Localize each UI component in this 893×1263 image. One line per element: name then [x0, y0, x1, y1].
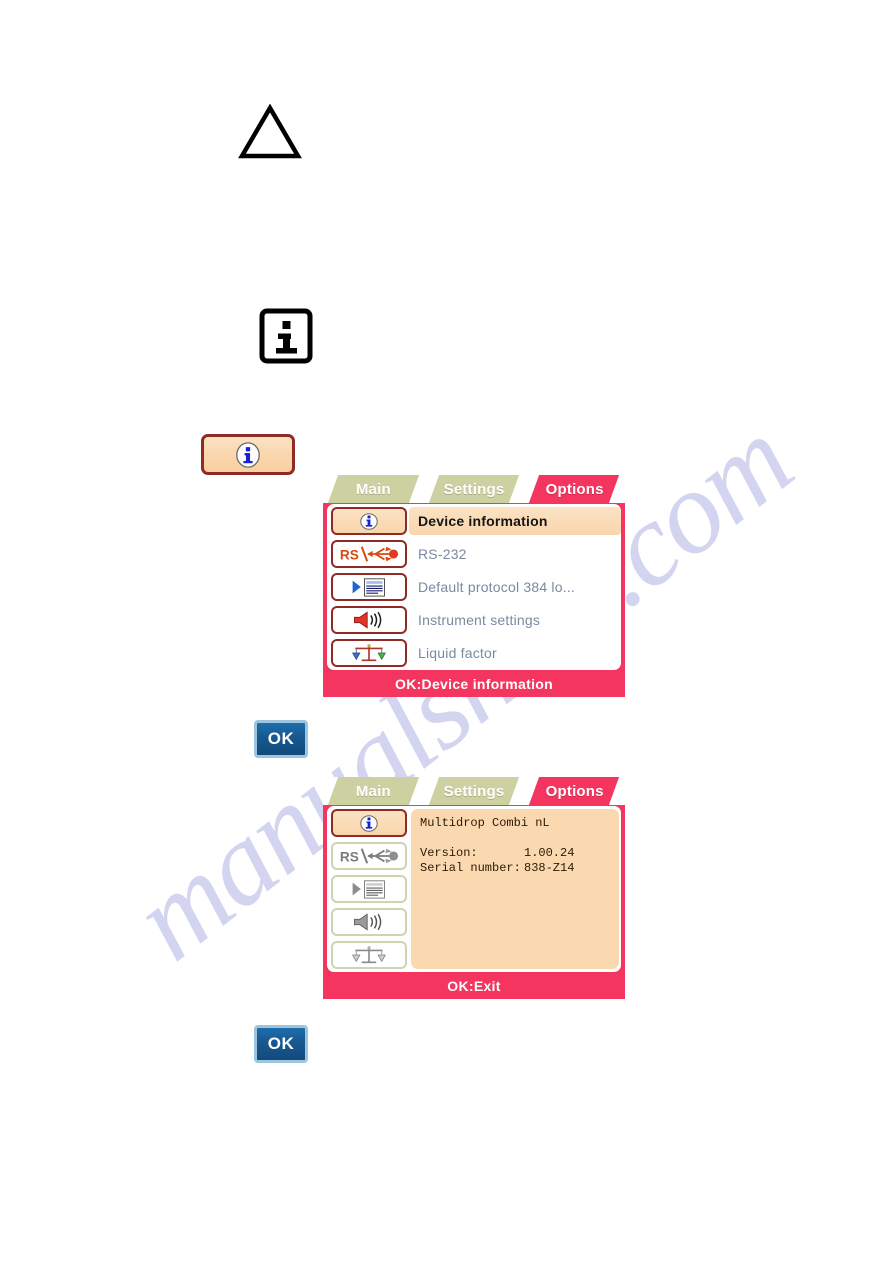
- tab-main-label: Main: [355, 782, 391, 800]
- tab-options-label: Options: [545, 782, 604, 800]
- device-information-icon-column: RS: [327, 806, 409, 972]
- menu-icon-default-protocol[interactable]: [331, 875, 407, 903]
- device-version-row: Version: 1.00.24: [420, 846, 619, 861]
- menu-item-liquid-factor[interactable]: Liquid factor: [409, 639, 621, 667]
- menu-icon-device-information[interactable]: [331, 507, 407, 535]
- status-bar: OK:Device information: [323, 671, 625, 697]
- device-serial-key: Serial number:: [420, 861, 521, 875]
- status-bar: OK:Exit: [323, 973, 625, 999]
- protocol-list-icon: [352, 578, 385, 597]
- warning-triangle-icon: [238, 103, 302, 160]
- ok-key-button[interactable]: OK: [254, 720, 308, 758]
- menu-body: RS Device information RS-232 Default pro…: [327, 504, 621, 670]
- info-key-button[interactable]: [201, 434, 295, 475]
- speaker-icon: [354, 913, 382, 931]
- rs232-icon: RS: [340, 848, 399, 864]
- menu-icon-default-protocol[interactable]: [331, 573, 407, 601]
- balance-scale-icon: [352, 946, 386, 964]
- tab-options-label: Options: [545, 480, 604, 498]
- menu-icon-liquid-factor[interactable]: [331, 941, 407, 969]
- menu-item-device-information[interactable]: Device information: [409, 507, 621, 535]
- device-version-value: 1.00.24: [524, 846, 575, 860]
- protocol-list-icon: [352, 880, 385, 899]
- menu-icon-instrument-settings[interactable]: [331, 908, 407, 936]
- device-serial-value: 838-Z14: [524, 861, 575, 875]
- tab-slant-left: [323, 777, 339, 805]
- ok-key-label: OK: [267, 729, 295, 748]
- menu-icon-instrument-settings[interactable]: [331, 606, 407, 634]
- menu-icon-column: RS: [327, 504, 409, 670]
- tab-settings-label: Settings: [443, 480, 505, 498]
- tab-main-label: Main: [355, 480, 391, 498]
- menu-icon-rs232[interactable]: RS: [331, 842, 407, 870]
- menu-item-default-protocol[interactable]: Default protocol 384 lo...: [409, 573, 621, 601]
- info-box-icon: [259, 308, 313, 364]
- device-information-body: RS Multidrop Combi nL Version: 1.00.24 S…: [327, 806, 621, 972]
- device-screen-options-menu: Main Settings Options RS Device informat…: [323, 475, 625, 697]
- menu-list-column: Device information RS-232 Default protoc…: [409, 504, 621, 670]
- ok-key-button[interactable]: OK: [254, 1025, 308, 1063]
- info-circle-icon: [360, 512, 378, 530]
- device-model-label: Multidrop Combi nL: [420, 816, 550, 830]
- device-information-panel: Multidrop Combi nL Version: 1.00.24 Seri…: [411, 809, 619, 969]
- device-serial-row: Serial number: 838-Z14: [420, 861, 619, 876]
- rs232-icon: RS: [340, 546, 399, 562]
- info-circle-icon: [360, 814, 378, 832]
- menu-item-instrument-settings[interactable]: Instrument settings: [409, 606, 621, 634]
- tab-slant-left: [323, 475, 339, 503]
- tab-bar: Main Settings Options: [323, 475, 625, 503]
- menu-icon-rs232[interactable]: RS: [331, 540, 407, 568]
- device-version-key: Version:: [420, 846, 478, 860]
- tab-main[interactable]: Main: [323, 777, 438, 805]
- menu-icon-device-information[interactable]: [331, 809, 407, 837]
- svg-text:RS: RS: [340, 849, 359, 864]
- menu-item-rs232[interactable]: RS-232: [409, 540, 621, 568]
- menu-icon-liquid-factor[interactable]: [331, 639, 407, 667]
- tab-settings-label: Settings: [443, 782, 505, 800]
- status-bar-label: OK:Exit: [447, 978, 501, 994]
- svg-text:RS: RS: [340, 547, 359, 562]
- device-screen-device-information: Main Settings Options RS Multidrop Combi…: [323, 777, 625, 999]
- balance-scale-icon: [352, 644, 386, 662]
- info-circle-icon: [236, 441, 260, 468]
- speaker-icon: [354, 611, 382, 629]
- status-bar-label: OK:Device information: [395, 676, 553, 692]
- tab-bar: Main Settings Options: [323, 777, 625, 805]
- tab-main[interactable]: Main: [323, 475, 438, 503]
- ok-key-label: OK: [267, 1034, 295, 1053]
